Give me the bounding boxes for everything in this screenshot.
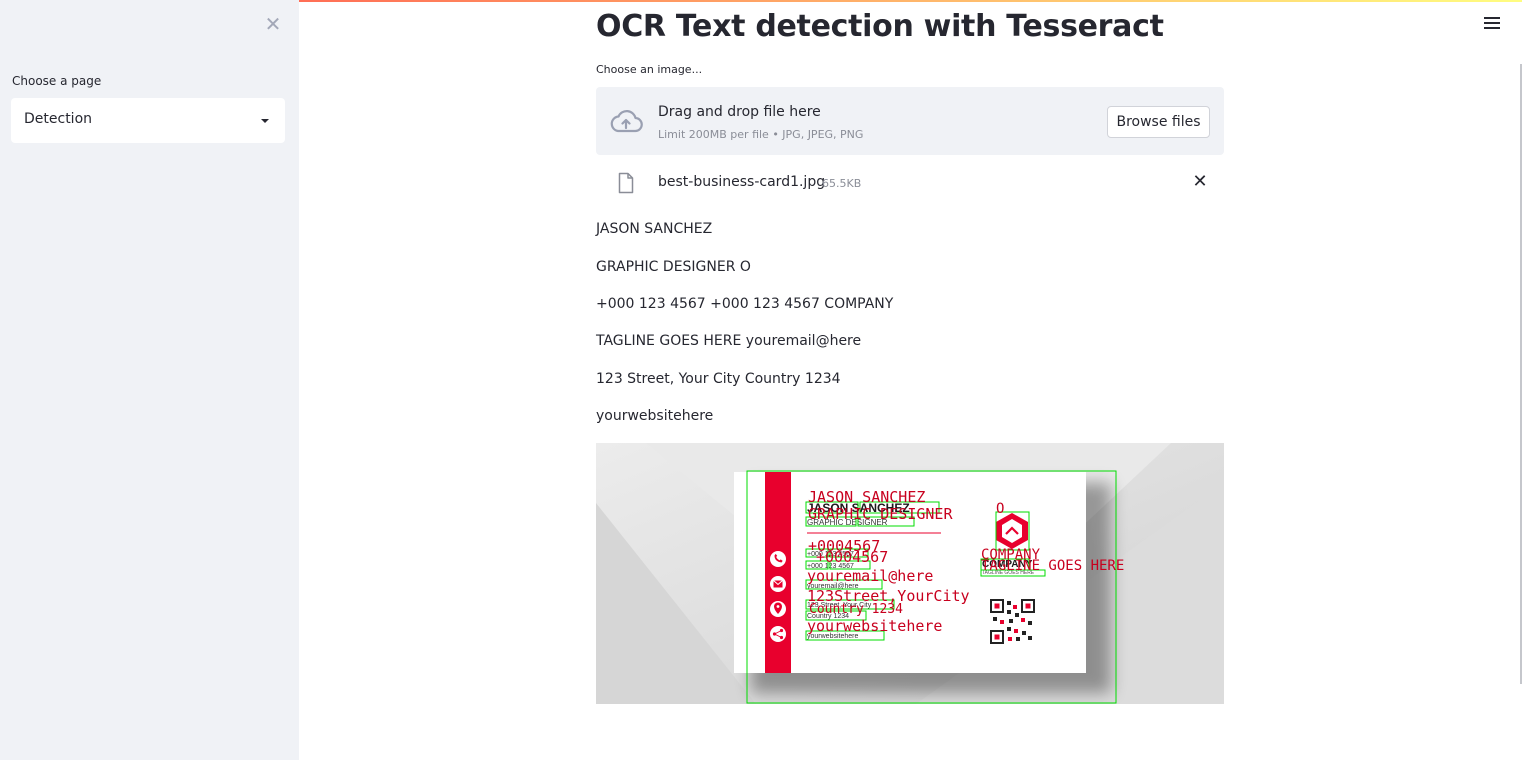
svg-text:GRAPHIC DESIGNER: GRAPHIC DESIGNER bbox=[808, 505, 953, 523]
uploader-label: Choose an image... bbox=[596, 63, 703, 76]
svg-text:youremail@here: youremail@here bbox=[807, 567, 933, 585]
remove-file-icon[interactable]: ✕ bbox=[1192, 172, 1208, 192]
page-select-value: Detection bbox=[24, 111, 93, 127]
file-icon bbox=[618, 172, 634, 194]
close-icon[interactable]: ✕ bbox=[264, 12, 282, 36]
ocr-result-line: GRAPHIC DESIGNER O bbox=[596, 259, 751, 275]
browse-files-button[interactable]: Browse files bbox=[1107, 106, 1210, 138]
ocr-result-line: TAGLINE GOES HERE youremail@here bbox=[596, 333, 862, 349]
uploaded-file-size: 65.5KB bbox=[822, 177, 862, 190]
ocr-result-line: 123 Street, Your City Country 1234 bbox=[596, 371, 841, 387]
annotated-result-image: JASON SANCHEZ GRAPHIC DESIGNER +000 123 … bbox=[596, 443, 1224, 704]
page-select-label: Choose a page bbox=[12, 74, 102, 88]
svg-text:JASON SANCHEZ: JASON SANCHEZ bbox=[808, 488, 925, 506]
dropzone-limit: Limit 200MB per file • JPG, JPEG, PNG bbox=[658, 128, 864, 141]
sidebar: ✕ Choose a page Detection bbox=[0, 0, 299, 760]
svg-text:Country 1234: Country 1234 bbox=[809, 602, 903, 617]
qr-code-icon bbox=[990, 599, 1035, 644]
svg-text:O: O bbox=[996, 501, 1004, 517]
hamburger-menu-icon[interactable] bbox=[1484, 17, 1500, 31]
file-dropzone[interactable]: Drag and drop file here Limit 200MB per … bbox=[596, 87, 1224, 155]
svg-text:TAGLINE GOES HERE: TAGLINE GOES HERE bbox=[981, 558, 1124, 574]
uploaded-file-row: best-business-card1.jpg 65.5KB ✕ bbox=[596, 166, 1224, 200]
page-select[interactable]: Detection bbox=[11, 98, 285, 143]
uploaded-file-name: best-business-card1.jpg bbox=[658, 174, 826, 190]
ocr-result-line: yourwebsitehere bbox=[596, 408, 714, 424]
page-title: OCR Text detection with Tesseract bbox=[596, 9, 1164, 44]
dropzone-title: Drag and drop file here bbox=[658, 104, 821, 120]
cloud-upload-icon bbox=[610, 110, 643, 133]
ocr-result-line: +000 123 4567 +000 123 4567 COMPANY bbox=[596, 296, 894, 312]
svg-text:+0004567: +0004567 bbox=[816, 548, 888, 566]
chevron-down-icon bbox=[261, 119, 269, 123]
svg-text:yourwebsitehere: yourwebsitehere bbox=[807, 617, 942, 635]
ocr-result-line: JASON SANCHEZ bbox=[596, 221, 713, 237]
